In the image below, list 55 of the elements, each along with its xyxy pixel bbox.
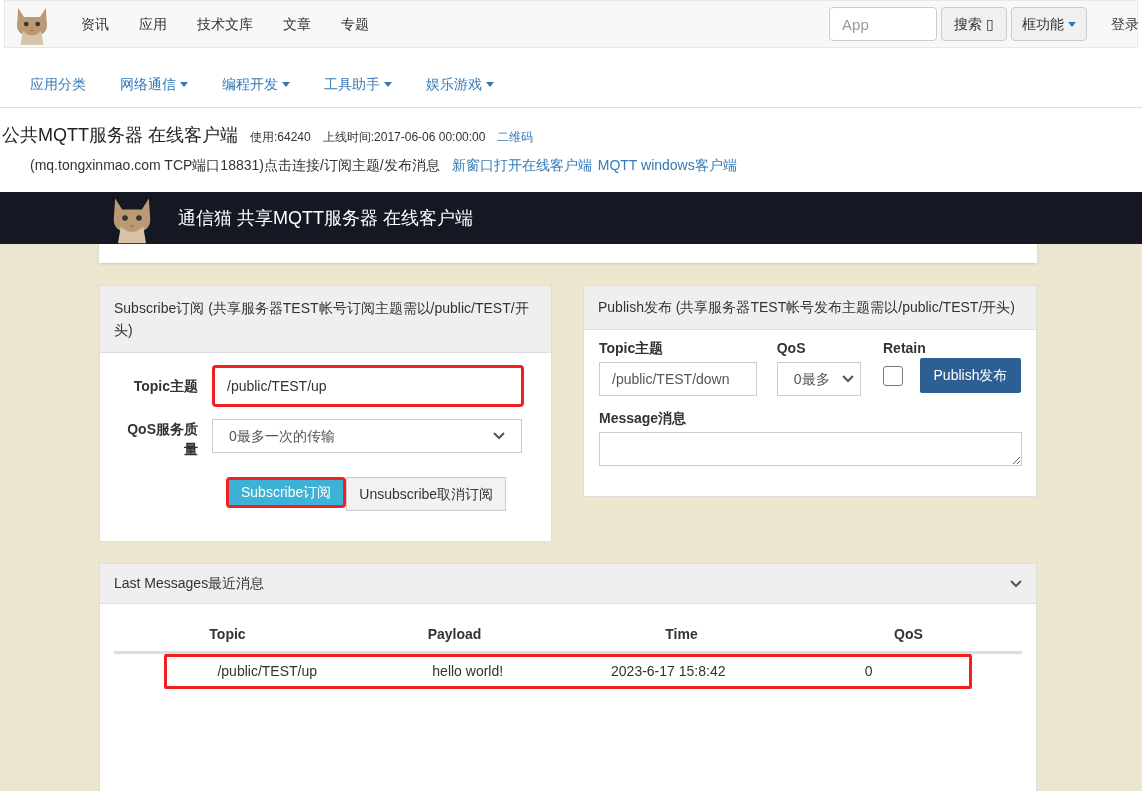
banner-title: 通信猫 共享MQTT服务器 在线客户端 xyxy=(178,206,473,230)
category-link[interactable]: 工具助手 xyxy=(324,74,392,95)
client-link[interactable]: MQTT windows客户端 xyxy=(597,155,737,176)
login-link[interactable]: 登录 xyxy=(1111,13,1139,35)
category-link[interactable]: 娱乐游戏 xyxy=(426,74,494,95)
qos-label: QoS xyxy=(776,339,807,358)
column-header: Topic xyxy=(208,625,247,644)
qos-select[interactable]: 0最多一次的传输 xyxy=(212,419,522,453)
caret-icon xyxy=(486,82,494,87)
category-link[interactable]: 应用分类 xyxy=(30,74,86,95)
retain-checkbox[interactable] xyxy=(883,366,903,386)
topic-field[interactable]: /public/TEST/down xyxy=(599,362,757,396)
messages-panel-title: Last Messages最近消息 xyxy=(114,574,265,593)
chevron-down-icon xyxy=(1010,579,1022,588)
table-cell-text: /public/TEST/up xyxy=(216,662,319,681)
message-label: Message消息 xyxy=(599,409,688,428)
column-header: QoS xyxy=(893,625,924,644)
message-field[interactable] xyxy=(599,432,1022,466)
caret-icon xyxy=(282,82,290,87)
menu-dropdown-button[interactable]: 框功能 xyxy=(1011,7,1087,41)
table-cell-text: 2023-6-17 15:8:42 xyxy=(610,662,727,681)
nav-link[interactable]: 专题 xyxy=(341,13,369,35)
publish-panel-title: Publish发布 (共享服务器TEST帐号发布主题需以/public/TEST/开头) xyxy=(584,286,1036,330)
topic-field[interactable]: /public/TEST/up xyxy=(212,365,524,407)
description: (mq.tongxinmao.com TCP端口18831)点击连接/订阅主题/发布消息 xyxy=(30,156,440,175)
qos-select[interactable]: 0最多 xyxy=(776,362,861,396)
subscribe-panel-title: Subscribe订阅 (共享服务器TEST帐号订阅主题需以/public/TEST/开头) xyxy=(100,286,551,353)
caret-icon xyxy=(384,82,392,87)
chevron-down-icon xyxy=(493,432,505,440)
online-time: 上线时间:2017-06-06 00:00:00 xyxy=(322,129,486,146)
client-link[interactable]: 新窗口打开在线客户端 xyxy=(451,155,592,176)
page-title: 公共MQTT服务器 在线客户端 xyxy=(2,124,238,147)
usage-count: 使用:64240 xyxy=(250,129,311,146)
unsubscribe-button[interactable]: Unsubscribe取消订阅 xyxy=(346,477,507,511)
publish-button[interactable]: Publish发布 xyxy=(920,358,1021,393)
qr-code-link[interactable]: 二维码 xyxy=(497,128,534,146)
table-cell-text: hello world! xyxy=(431,662,505,681)
nav-link[interactable]: 技术文库 xyxy=(197,13,253,35)
table-cell-text: 0 xyxy=(863,662,874,681)
nav-link[interactable]: 应用 xyxy=(139,13,167,35)
caret-icon xyxy=(180,82,188,87)
caret-icon xyxy=(1068,22,1076,28)
nav-link[interactable]: 资讯 xyxy=(81,13,109,35)
column-header: Payload xyxy=(426,625,483,644)
chevron-down-icon xyxy=(841,375,854,383)
search-field[interactable]: App xyxy=(829,7,938,41)
search-button[interactable]: 搜索 ▯ xyxy=(941,7,1007,41)
topic-label: Topic主题 xyxy=(599,339,665,358)
retain-label: Retain xyxy=(883,339,927,358)
qos-label: QoS服务质量 xyxy=(126,420,198,459)
category-link[interactable]: 网络通信 xyxy=(120,74,188,95)
category-link[interactable]: 编程开发 xyxy=(222,74,290,95)
column-header: Time xyxy=(664,625,699,644)
nav-link[interactable]: 文章 xyxy=(283,13,311,35)
topic-label: Topic主题 xyxy=(132,376,199,396)
